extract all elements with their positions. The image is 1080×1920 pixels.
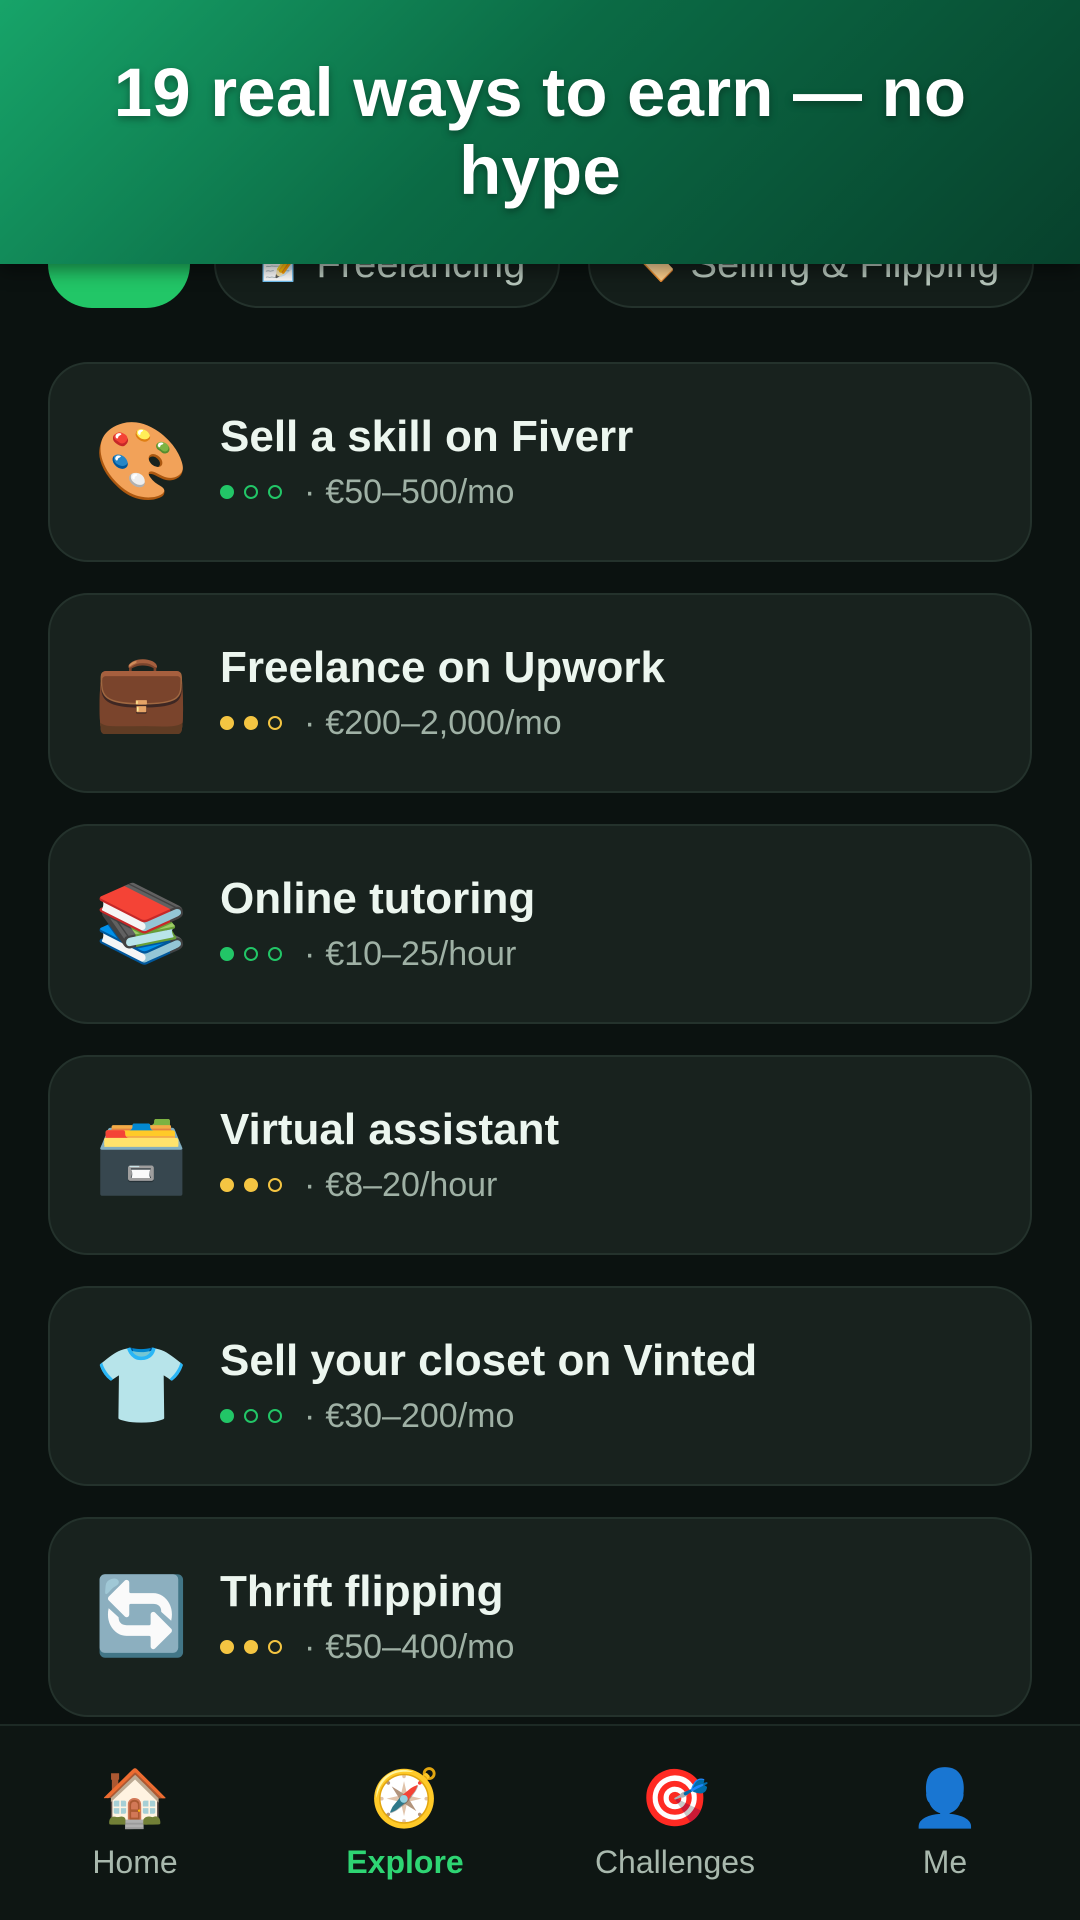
tab-challenges[interactable]: 🎯 Challenges — [540, 1726, 810, 1920]
card-title: Thrift flipping — [220, 1567, 504, 1616]
earning-methods-list: 🎨 Sell a skill on Fiverr · €50–500/mo 💼 Freel… — [48, 362, 1032, 1748]
earnings-range: €50–400/mo — [325, 1628, 515, 1666]
person-icon: 👤 — [910, 1766, 980, 1829]
shirt-icon: 👕 — [94, 1343, 189, 1428]
card-meta: · €8–20/hour — [220, 1164, 559, 1206]
card-meta: · €50–500/mo — [220, 471, 633, 513]
difficulty-dot — [268, 716, 282, 730]
page-header: 19 real ways to earn — no hype — [0, 0, 1080, 264]
card-title: Virtual assistant — [220, 1105, 560, 1154]
difficulty-dot — [244, 1409, 258, 1423]
card-meta: · €200–2,000/mo — [220, 702, 665, 744]
difficulty-dot — [268, 485, 282, 499]
difficulty-dot — [244, 485, 258, 499]
tab-home[interactable]: 🏠 Home — [0, 1726, 270, 1920]
method-card[interactable]: 🔄 Thrift flipping · €50–400/mo — [48, 1517, 1032, 1717]
palette-icon: 🎨 — [94, 419, 189, 504]
card-text: Sell a skill on Fiverr · €50–500/mo — [220, 411, 633, 513]
difficulty-dot — [220, 947, 234, 961]
earnings-range: €50–500/mo — [325, 473, 515, 511]
difficulty-dot — [220, 1640, 234, 1654]
card-meta: · €50–400/mo — [220, 1626, 514, 1668]
difficulty-indicator — [220, 1178, 292, 1192]
tab-label: Challenges — [594, 1844, 756, 1880]
difficulty-dot — [220, 1178, 234, 1192]
meta-separator: · — [304, 1166, 316, 1204]
bottom-tab-bar: 🏠 Home 🧭 Explore 🎯 Challenges 👤 Me — [0, 1724, 1080, 1920]
house-icon: 🏠 — [100, 1766, 170, 1829]
card-text: Online tutoring · €10–25/hour — [220, 873, 535, 975]
difficulty-dot — [268, 1640, 282, 1654]
difficulty-dot — [268, 947, 282, 961]
compass-icon: 🧭 — [370, 1766, 440, 1829]
tab-label: Explore — [346, 1844, 464, 1880]
card-title: Online tutoring — [220, 874, 536, 923]
arrows-cycle-icon: 🔄 — [94, 1574, 189, 1659]
meta-separator: · — [304, 473, 316, 511]
difficulty-indicator — [220, 947, 292, 961]
card-text: Sell your closet on Vinted · €30–200/mo — [220, 1335, 757, 1437]
meta-separator: · — [304, 704, 316, 742]
earnings-range: €10–25/hour — [325, 935, 517, 973]
difficulty-dot — [244, 716, 258, 730]
card-meta: · €10–25/hour — [220, 933, 535, 975]
tab-explore[interactable]: 🧭 Explore — [270, 1726, 540, 1920]
method-card[interactable]: 👕 Sell your closet on Vinted · €30–200/mo — [48, 1286, 1032, 1486]
meta-separator: · — [304, 1397, 316, 1435]
card-title: Sell a skill on Fiverr — [220, 412, 634, 461]
card-title: Freelance on Upwork — [220, 643, 666, 692]
briefcase-icon: 💼 — [94, 650, 189, 735]
difficulty-dot — [244, 1640, 258, 1654]
card-text: Thrift flipping · €50–400/mo — [220, 1566, 514, 1668]
difficulty-dot — [268, 1178, 282, 1192]
method-card[interactable]: 🗃️ Virtual assistant · €8–20/hour — [48, 1055, 1032, 1255]
difficulty-dot — [220, 485, 234, 499]
card-text: Freelance on Upwork · €200–2,000/mo — [220, 642, 665, 744]
difficulty-dot — [244, 1178, 258, 1192]
card-text: Virtual assistant · €8–20/hour — [220, 1104, 559, 1206]
card-title: Sell your closet on Vinted — [220, 1336, 758, 1385]
method-card[interactable]: 🎨 Sell a skill on Fiverr · €50–500/mo — [48, 362, 1032, 562]
tab-me[interactable]: 👤 Me — [810, 1726, 1080, 1920]
difficulty-indicator — [220, 1640, 292, 1654]
earnings-range: €200–2,000/mo — [325, 704, 562, 742]
tab-label: Home — [92, 1844, 178, 1880]
difficulty-indicator — [220, 716, 292, 730]
tab-label: Me — [922, 1844, 968, 1880]
books-icon: 📚 — [94, 881, 189, 966]
difficulty-dot — [220, 1409, 234, 1423]
meta-separator: · — [304, 935, 316, 973]
card-meta: · €30–200/mo — [220, 1395, 757, 1437]
page-title: 19 real ways to earn — no hype — [113, 54, 967, 209]
earnings-range: €30–200/mo — [325, 1397, 515, 1435]
meta-separator: · — [304, 1628, 316, 1666]
difficulty-indicator — [220, 1409, 292, 1423]
earnings-range: €8–20/hour — [325, 1166, 498, 1204]
card-file-box-icon: 🗃️ — [94, 1112, 189, 1197]
target-icon: 🎯 — [640, 1766, 710, 1829]
difficulty-dot — [244, 947, 258, 961]
method-card[interactable]: 📚 Online tutoring · €10–25/hour — [48, 824, 1032, 1024]
difficulty-indicator — [220, 485, 292, 499]
difficulty-dot — [268, 1409, 282, 1423]
method-card[interactable]: 💼 Freelance on Upwork · €200–2,000/mo — [48, 593, 1032, 793]
difficulty-dot — [220, 716, 234, 730]
